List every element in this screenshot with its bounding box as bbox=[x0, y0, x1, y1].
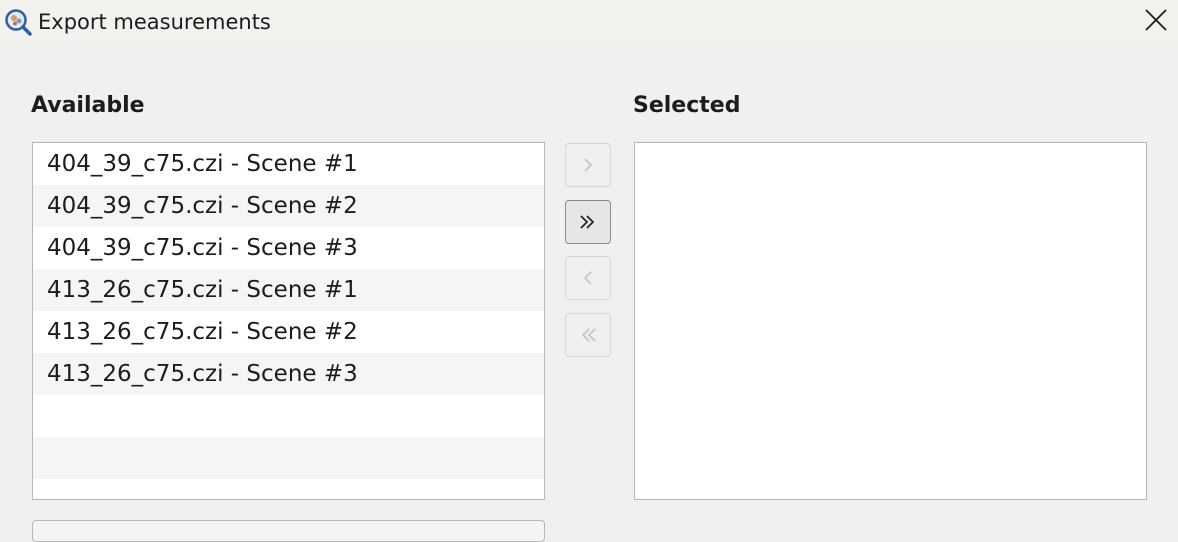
selected-heading: Selected bbox=[633, 93, 741, 118]
empty-row bbox=[33, 395, 544, 437]
double-chevron-right-icon bbox=[578, 214, 598, 230]
window-title: Export measurements bbox=[38, 10, 271, 34]
list-item[interactable]: 413_26_c75.czi - Scene #3 bbox=[33, 353, 544, 395]
list-item[interactable]: 404_39_c75.czi - Scene #3 bbox=[33, 227, 544, 269]
add-selected-button[interactable] bbox=[565, 143, 611, 187]
available-list[interactable]: 404_39_c75.czi - Scene #1 404_39_c75.czi… bbox=[32, 142, 545, 500]
chevron-left-icon bbox=[581, 270, 595, 286]
selected-list[interactable] bbox=[634, 142, 1147, 500]
list-item[interactable]: 404_39_c75.czi - Scene #2 bbox=[33, 185, 544, 227]
close-button[interactable] bbox=[1134, 0, 1178, 44]
empty-row bbox=[33, 437, 544, 479]
empty-row bbox=[33, 479, 544, 499]
title-bar: Export measurements bbox=[0, 0, 1178, 44]
add-all-button[interactable] bbox=[565, 200, 611, 244]
qupath-magnifier-icon bbox=[4, 8, 32, 36]
filter-field[interactable] bbox=[32, 520, 545, 542]
close-icon bbox=[1145, 9, 1167, 35]
double-chevron-left-icon bbox=[578, 327, 598, 343]
available-heading: Available bbox=[31, 93, 145, 118]
remove-all-button[interactable] bbox=[565, 313, 611, 357]
list-item[interactable]: 404_39_c75.czi - Scene #1 bbox=[33, 143, 544, 185]
chevron-right-icon bbox=[581, 157, 595, 173]
remove-selected-button[interactable] bbox=[565, 256, 611, 300]
list-item[interactable]: 413_26_c75.czi - Scene #1 bbox=[33, 269, 544, 311]
list-item[interactable]: 413_26_c75.czi - Scene #2 bbox=[33, 311, 544, 353]
